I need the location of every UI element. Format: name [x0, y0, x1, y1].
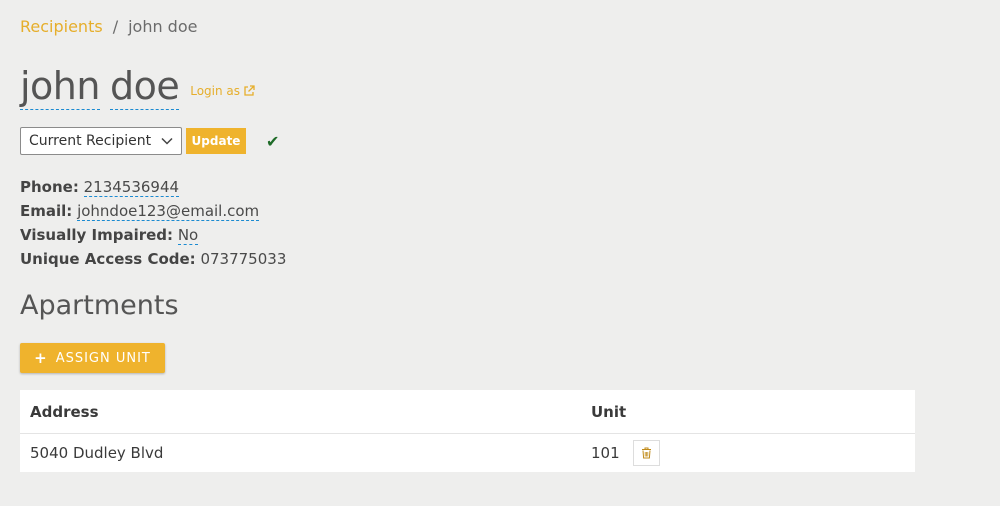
visually-impaired-label: Visually Impaired: [20, 226, 174, 244]
breadcrumb: Recipients / john doe [20, 15, 197, 37]
plus-icon: + [34, 349, 48, 367]
row-unit: 101 [591, 444, 620, 462]
breadcrumb-recipients-link[interactable]: Recipients [20, 17, 103, 36]
check-icon: ✔ [266, 131, 280, 151]
visually-impaired-value[interactable]: No [177, 226, 199, 245]
recipient-details: Phone: 2134536944 Email: johndoe123@emai… [20, 175, 286, 271]
access-code-value: 073775033 [200, 250, 287, 268]
delete-unit-button[interactable] [632, 440, 660, 466]
access-code-row: Unique Access Code: 073775033 [20, 247, 286, 271]
email-value[interactable]: johndoe123@email.com [77, 202, 260, 221]
breadcrumb-separator: / [112, 16, 119, 36]
status-select[interactable]: Current Recipient [20, 127, 182, 155]
chevron-down-icon [161, 137, 173, 145]
table-header: Address Unit [20, 390, 915, 434]
phone-label: Phone: [20, 178, 79, 196]
status-select-value: Current Recipient [29, 133, 152, 149]
recipient-name: john doe [20, 62, 180, 110]
apartments-heading: Apartments [20, 290, 179, 321]
first-name-editable[interactable]: john [20, 64, 100, 110]
apartments-table: Address Unit 5040 Dudley Blvd 101 [20, 390, 915, 472]
status-row: Current Recipient Update ✔ [20, 127, 279, 155]
trash-icon [641, 447, 651, 459]
email-label: Email: [20, 202, 73, 220]
phone-row: Phone: 2134536944 [20, 175, 286, 199]
assign-unit-label: ASSIGN UNIT [55, 350, 151, 366]
login-as-label: Login as [190, 84, 241, 98]
row-unit-cell: 101 [581, 440, 915, 466]
table-row: 5040 Dudley Blvd 101 [20, 434, 915, 472]
last-name-editable[interactable]: doe [109, 64, 180, 110]
phone-value[interactable]: 2134536944 [83, 178, 180, 197]
column-header-unit: Unit [591, 402, 627, 421]
row-address: 5040 Dudley Blvd [30, 444, 164, 462]
column-header-address: Address [30, 402, 99, 421]
access-code-label: Unique Access Code: [20, 250, 196, 268]
email-row: Email: johndoe123@email.com [20, 199, 286, 223]
page-title: john doe Login as [20, 58, 255, 110]
external-link-icon [244, 85, 255, 96]
login-as-link[interactable]: Login as [190, 84, 255, 98]
visually-impaired-row: Visually Impaired: No [20, 223, 286, 247]
update-button[interactable]: Update [186, 128, 246, 154]
breadcrumb-current: john doe [128, 16, 198, 36]
assign-unit-button[interactable]: + ASSIGN UNIT [20, 343, 165, 373]
